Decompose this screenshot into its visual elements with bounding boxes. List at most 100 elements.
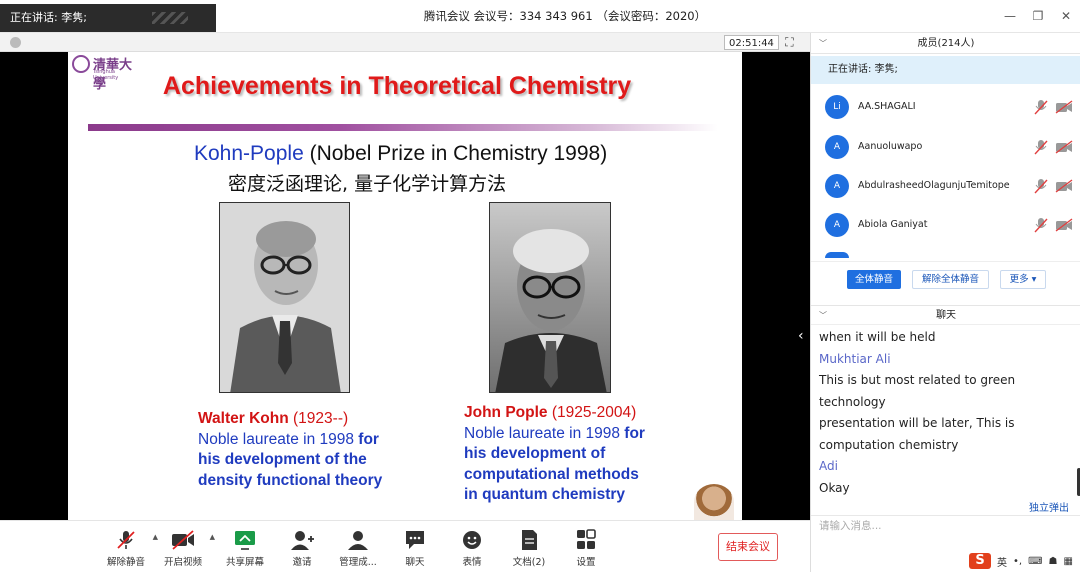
chat-button[interactable]: 聊天 — [385, 529, 445, 568]
mic-off-icon — [1034, 140, 1048, 155]
ime-tools-icon[interactable]: ▦ — [1063, 556, 1072, 567]
presentation-slide: 清華大學 Tsinghua University Achievements in… — [68, 52, 742, 520]
member-row[interactable]: Li AA.SHAGALI — [811, 89, 1080, 125]
video-off-icon — [1055, 140, 1073, 154]
speaker-toast-text: 正在讲话: 李隽; — [10, 11, 87, 24]
chat-sender: Mukhtiar Ali — [819, 351, 891, 366]
share-screen-button[interactable]: 共享屏幕 — [215, 529, 275, 568]
presenter-thumbnail — [694, 484, 734, 520]
video-off-icon — [1055, 218, 1073, 232]
member-name: AbdulrasheedOlagunjuTemitope — [858, 180, 1010, 191]
tencent-meeting-window: 腾讯会议 会议号：334 343 961 （会议密码：2020） 正在讲话: 李… — [0, 0, 1080, 572]
sound-wave-icon — [152, 12, 188, 24]
chat-title: 聊天 — [936, 310, 956, 321]
pople-name: John Pople — [464, 404, 548, 421]
invite-button[interactable]: 邀请 — [272, 529, 332, 568]
mic-off-icon — [1034, 179, 1048, 194]
manage-members-label: 管理成... — [339, 557, 377, 568]
kohn-bio: Walter Kohn (1923--) Noble laureate in 1… — [198, 409, 458, 491]
chat-message: Okay — [819, 480, 850, 495]
meeting-toolbar: 解除静音 ▲ 开启视频 ▲ 共享屏幕 邀请 管理成... 聊天 表情 文档(2)… — [0, 520, 810, 572]
subtitle-rest: (Nobel Prize in Chemistry 1998) — [303, 142, 608, 165]
mute-all-button[interactable]: 全体静音 — [847, 270, 901, 289]
start-video-label: 开启视频 — [163, 557, 202, 568]
title-bar: 腾讯会议 会议号：334 343 961 （会议密码：2020） 正在讲话: 李… — [0, 0, 1080, 33]
ime-punctuation-icon[interactable]: •, — [1013, 556, 1022, 567]
chat-header[interactable]: ﹀ 聊天 — [811, 305, 1080, 325]
ime-language[interactable]: 英 — [997, 554, 1007, 569]
ime-skin-icon[interactable]: ☗ — [1049, 556, 1058, 567]
invite-label: 邀请 — [292, 557, 312, 568]
documents-label: 文档(2) — [512, 557, 546, 568]
keyboard-icon[interactable]: ⌨ — [1028, 556, 1042, 567]
chat-message: when it will be held — [819, 330, 936, 344]
kohn-line3: density functional theory — [198, 471, 383, 489]
kohn-years: (1923--) — [288, 410, 349, 427]
ime-toolbar: S 英 •, ⌨ ☗ ▦ — [969, 552, 1073, 570]
avatar: Li — [825, 95, 849, 119]
member-name: Aanuoluwapo — [858, 141, 923, 152]
pople-years: (1925-2004) — [547, 404, 637, 421]
sogou-ime-icon[interactable]: S — [969, 553, 991, 569]
mic-off-icon — [117, 531, 135, 549]
manage-members-button[interactable]: 管理成... — [328, 529, 388, 568]
pople-line4: in quantum chemistry — [464, 486, 626, 503]
pople-line3: computational methods — [464, 465, 639, 483]
university-seal-icon — [72, 55, 90, 73]
shared-screen-stage: 02:51:44 ⛶ 清華大學 Tsinghua University Achi… — [0, 33, 810, 520]
members-count: 成员(214人) — [917, 38, 975, 49]
start-video-button[interactable]: 开启视频 ▲ — [153, 529, 215, 568]
mic-off-icon — [1034, 218, 1048, 233]
documents-button[interactable]: 文档(2) — [499, 529, 559, 568]
member-row[interactable]: A Abiola Ganiyat — [811, 207, 1080, 243]
chat-input-area[interactable]: 请输入消息... S 英 •, ⌨ ☗ ▦ — [811, 515, 1080, 572]
smiley-icon — [463, 531, 481, 549]
chat-message: presentation will be later, This is — [819, 416, 1015, 430]
fullscreen-icon[interactable]: ⛶ — [783, 36, 796, 49]
chat-messages: when it will be held Mukhtiar Ali This i… — [819, 327, 1080, 499]
members-header[interactable]: ﹀ 成员(214人) — [811, 33, 1080, 54]
john-pople-photo — [489, 202, 611, 393]
restore-button[interactable]: ❐ — [1024, 0, 1052, 33]
avatar: A — [825, 135, 849, 159]
settings-button[interactable]: 设置 — [556, 529, 616, 568]
avatar: A — [825, 213, 849, 237]
chevron-down-icon[interactable]: ﹀ — [819, 306, 827, 326]
pople-bio: John Pople (1925-2004) Noble laureate in… — [464, 403, 724, 506]
side-panel: ﹀ 成员(214人) 正在讲话: 李隽; Li AA.SHAGALI A Aan… — [810, 33, 1080, 572]
minimize-button[interactable]: — — [996, 0, 1024, 33]
collapse-panel-arrow-icon[interactable]: ‹ — [798, 328, 804, 344]
unmute-button[interactable]: 解除静音 ▲ — [96, 529, 158, 568]
settings-grid-icon — [577, 529, 596, 549]
chat-label: 聊天 — [405, 557, 425, 568]
share-screen-icon — [235, 531, 255, 550]
subtitle-highlight: Kohn-Pople — [194, 142, 304, 165]
chat-message: This is but most related to green techno… — [819, 373, 1016, 409]
member-row[interactable]: A AbdulrasheedOlagunjuTemitope — [811, 168, 1080, 204]
slide-subtitle-chinese: 密度泛函理论, 量子化学计算方法 — [228, 173, 507, 195]
walter-kohn-photo — [219, 202, 350, 393]
emoji-label: 表情 — [462, 557, 482, 568]
member-actions: 全体静音 解除全体静音 更多 ▾ — [811, 261, 1080, 301]
emoji-button[interactable]: 表情 — [442, 529, 502, 568]
window-controls: — ❐ ✕ — [996, 0, 1080, 33]
chat-sender: Adi — [819, 459, 838, 473]
kohn-line2: his development of the — [198, 451, 367, 468]
pople-line1-bold: for — [624, 424, 645, 442]
popout-chat-link[interactable]: 独立弹出 — [1029, 499, 1069, 514]
unmute-label: 解除静音 — [106, 557, 145, 568]
slide-title: Achievements in Theoretical Chemistry — [162, 72, 632, 100]
chat-input-placeholder: 请输入消息... — [819, 520, 882, 532]
chevron-down-icon[interactable]: ﹀ — [819, 33, 827, 54]
mic-off-icon — [1034, 100, 1048, 115]
stage-topbar: 02:51:44 ⛶ — [0, 33, 810, 52]
security-shield-icon[interactable] — [10, 37, 21, 48]
slide-subtitle: Kohn-Pople (Nobel Prize in Chemistry 199… — [194, 142, 607, 166]
close-button[interactable]: ✕ — [1052, 0, 1080, 33]
unmute-all-button[interactable]: 解除全体静音 — [912, 270, 989, 289]
more-dropdown-button[interactable]: 更多 ▾ — [1000, 270, 1046, 289]
member-row[interactable]: A Aanuoluwapo — [811, 129, 1080, 165]
end-meeting-button[interactable]: 结束会议 — [718, 533, 778, 561]
pople-line2: his development of — [464, 445, 606, 462]
document-icon — [522, 530, 537, 550]
